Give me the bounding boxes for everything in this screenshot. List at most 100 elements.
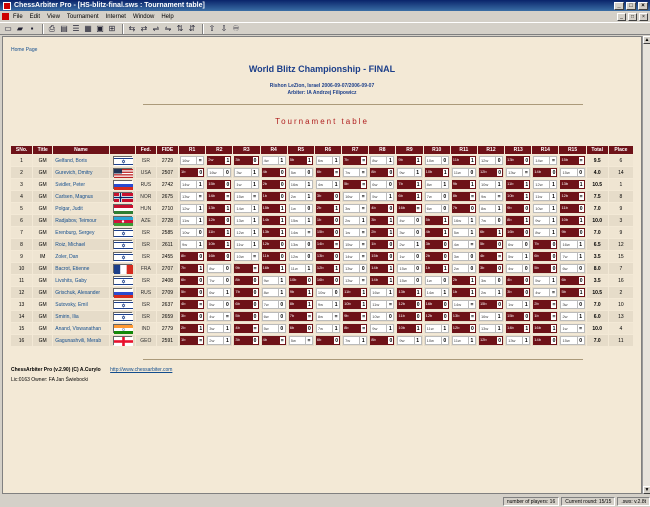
game-score: 1	[251, 240, 259, 249]
round-result-cell: 13w =	[341, 274, 370, 287]
player-name-link[interactable]: Carlsen, Magnus	[52, 190, 110, 203]
menu-file[interactable]: File	[13, 14, 23, 20]
opponent-color: 1w	[397, 252, 415, 261]
game-score: 1	[224, 228, 232, 237]
federation-cell: FRA	[134, 262, 157, 275]
result-box: 2w 1	[207, 336, 232, 345]
player-name-link[interactable]: Zoler, Dan	[52, 250, 110, 263]
round-result-cell: 7b =	[286, 310, 315, 323]
menu-view[interactable]: View	[47, 14, 60, 20]
upload-icon[interactable]: ⇧	[207, 24, 217, 34]
handshake-icon[interactable]: ♾	[231, 24, 241, 34]
doc-restore-button[interactable]: □	[628, 12, 637, 21]
game-score: 0	[523, 240, 531, 249]
vertical-scrollbar[interactable]: ▲ ▼	[642, 36, 650, 494]
player-name-link[interactable]: Livshits, Gaby	[52, 274, 110, 287]
menu-window[interactable]: Window	[133, 14, 154, 20]
pairing-icon-2[interactable]: ⇄	[139, 24, 149, 34]
federation-cell: ISR	[134, 274, 157, 287]
home-page-link[interactable]: Home Page	[11, 47, 37, 53]
footer-website-link[interactable]: http://www.chessarbiter.com	[110, 367, 172, 373]
player-name-link[interactable]: Bacrot, Etienne	[52, 262, 110, 275]
round-result-cell: 7b 1	[178, 262, 207, 275]
player-name-link[interactable]: Radjabov, Teimour	[52, 214, 110, 227]
opponent-color: 7w	[478, 216, 497, 225]
player-name-link[interactable]: Smirin, Ilia	[52, 310, 110, 323]
list-icon[interactable]: ☰	[71, 24, 81, 34]
menu-internet[interactable]: Internet	[106, 14, 126, 20]
flag-cell	[108, 166, 136, 179]
player-name-link[interactable]: Grischuk, Alexander	[52, 286, 110, 299]
pairing-icon-3[interactable]: ⇌	[151, 24, 161, 34]
menu-tournament[interactable]: Tournament	[67, 14, 99, 20]
column-header: SNo.	[9, 145, 34, 155]
pairing-icon-5[interactable]: ⇅	[175, 24, 185, 34]
player-name-link[interactable]: Erenburg, Sergey	[52, 226, 110, 239]
open-folder-icon[interactable]: ▰	[15, 24, 25, 34]
doc-minimize-button[interactable]: _	[617, 12, 626, 21]
total-points-cell: 8.0	[585, 262, 609, 275]
scroll-down-arrow-icon[interactable]: ▼	[643, 486, 650, 494]
game-score: 0	[496, 264, 504, 273]
round-result-cell: 3b 0	[232, 334, 261, 347]
game-score: 0	[197, 312, 205, 321]
round-result-cell: 6b =	[313, 166, 343, 179]
save-icon[interactable]: ▪	[27, 24, 37, 34]
player-name-link[interactable]: Svidler, Peter	[52, 178, 110, 191]
round-result-cell: 5b 0	[178, 286, 207, 299]
player-name-link[interactable]: Polgar, Judit	[52, 202, 110, 215]
new-file-icon[interactable]: ▭	[3, 24, 13, 34]
opponent-color: 15w	[397, 264, 415, 273]
player-name-link[interactable]: Gagunashvili, Merab	[52, 334, 110, 347]
opponent-color: 1b	[533, 312, 551, 321]
scroll-up-arrow-icon[interactable]: ▲	[643, 36, 650, 44]
round-result-cell: 6w 0	[558, 262, 587, 275]
player-name-link[interactable]: Gelfand, Boris	[52, 154, 110, 167]
result-box: 12b 0	[207, 216, 232, 225]
game-score: 1	[523, 336, 531, 345]
player-name-link[interactable]: Roiz, Michael	[52, 238, 110, 251]
pairing-icon-4[interactable]: ⇋	[163, 24, 173, 34]
game-score: 1	[441, 288, 449, 297]
result-box: 14b 0	[533, 168, 558, 177]
game-score: =	[333, 312, 341, 321]
round-result-cell: 5w 1	[449, 226, 478, 239]
menu-help[interactable]: Help	[161, 14, 173, 20]
tournament-page: Home Page World Blitz Championship - FIN…	[2, 36, 642, 494]
pairing-icon-6[interactable]: ⇵	[187, 24, 197, 34]
result-box: 9w 1	[533, 216, 558, 225]
federation-cell: IND	[134, 322, 157, 335]
table-row: 8 GM Roiz, Michael ISR 2611 9w 1 10b 1 11w 1 12b 0 13…	[9, 238, 635, 251]
minimize-button[interactable]: _	[614, 1, 624, 10]
menu-edit[interactable]: Edit	[30, 14, 40, 20]
print-icon[interactable]: ⎙	[47, 24, 57, 34]
opponent-color: 5b	[180, 288, 198, 297]
column-header: R11	[449, 145, 478, 155]
game-score: 1	[387, 288, 395, 297]
grid-icon[interactable]: ▦	[83, 24, 93, 34]
doc-close-button[interactable]: ×	[639, 12, 648, 21]
result-box: 16b 1	[261, 264, 286, 273]
player-name-link[interactable]: Anand, Viswanathan	[52, 322, 110, 335]
total-points-cell: 3.5	[585, 274, 609, 287]
pairing-icon-1[interactable]: ⇆	[127, 24, 137, 34]
maximize-button[interactable]: □	[626, 1, 636, 10]
game-score: 0	[577, 204, 585, 213]
calc-icon[interactable]: ▣	[95, 24, 105, 34]
opponent-color: 15b	[478, 300, 497, 309]
player-name-link[interactable]: Sutovsky, Emil	[52, 298, 110, 311]
close-button[interactable]: ×	[638, 1, 648, 10]
rating-cell: 2659	[155, 310, 180, 323]
player-name-link[interactable]: Gurevich, Dmitry	[52, 166, 110, 179]
flag-cell	[108, 250, 136, 263]
flag-rus-icon	[112, 180, 133, 190]
opponent-color: 13b	[506, 156, 524, 165]
game-score: =	[360, 324, 368, 333]
game-score: 1	[197, 216, 205, 225]
preview-icon[interactable]: ▤	[59, 24, 69, 34]
sno-cell: 7	[9, 226, 34, 239]
opponent-color: 16b	[315, 276, 334, 285]
sno-cell: 10	[9, 262, 34, 275]
table-icon[interactable]: ⊞	[107, 24, 117, 34]
download-icon[interactable]: ⇩	[219, 24, 229, 34]
